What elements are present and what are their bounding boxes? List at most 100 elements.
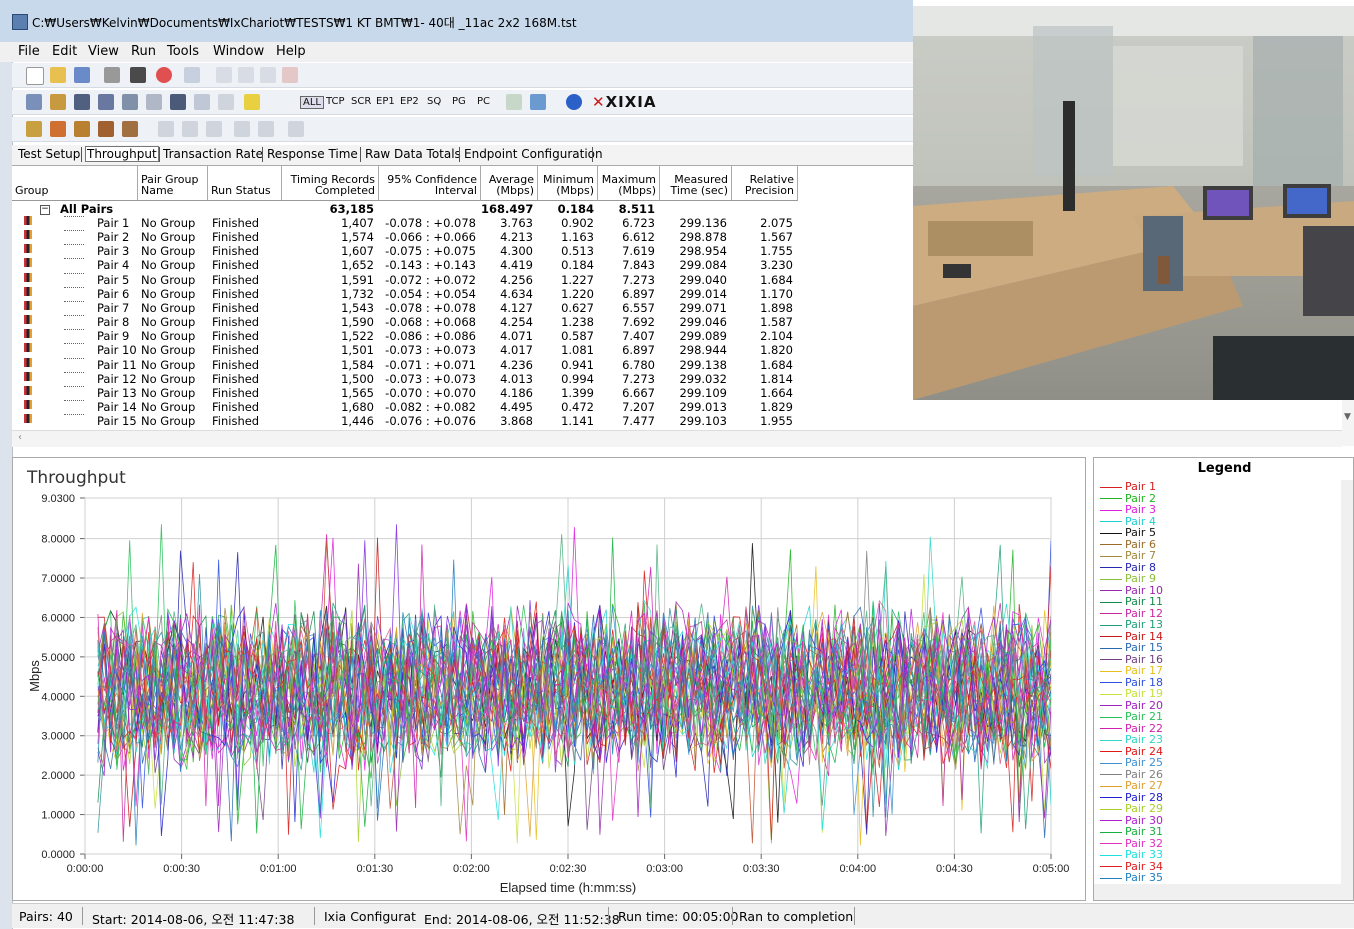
x-tick-label: 0:01:30 [356,863,393,875]
table-vertical-scrollbar[interactable]: ▼ [1342,400,1354,446]
column-header-relative-precision[interactable]: Relative Precision [732,166,798,201]
x-tick-label: 0:01:00 [260,863,297,875]
endpoint-group-icon[interactable] [98,121,114,137]
edit-pair-icon[interactable] [74,94,90,110]
pair-group-name: No Group [141,300,196,315]
set-options-icon[interactable] [170,94,186,110]
delete-icon[interactable] [282,67,298,83]
legend-horizontal-scrollbar[interactable] [1094,884,1353,900]
column-header-pair-group-name[interactable]: Pair Group Name [138,166,208,201]
refresh-icon[interactable] [184,67,200,83]
add-multicast-icon[interactable] [50,94,66,110]
open-folder-icon[interactable] [50,67,66,83]
column-header-measured-time[interactable]: Measured Time (sec) [660,166,732,201]
pair-icon [24,258,32,268]
export-icon[interactable] [506,94,522,110]
replicate-icon[interactable] [122,94,138,110]
run-status: Finished [212,286,260,301]
tab-throughput[interactable]: Throughput [85,146,159,162]
menu-view[interactable]: View [88,44,119,59]
zoom-in-icon[interactable] [158,121,174,137]
monitor-icon[interactable] [530,94,546,110]
menu-tools[interactable]: Tools [167,44,199,59]
endpoint-settings-icon[interactable] [122,121,138,137]
run-icon[interactable] [130,67,146,83]
filter-scr-button[interactable]: SCR [351,96,371,107]
tab-raw-data-totals[interactable]: Raw Data Totals [365,147,461,161]
column-header-minimum[interactable]: Minimum (Mbps) [538,166,598,201]
menu-edit[interactable]: Edit [52,44,77,59]
info-icon[interactable] [566,94,582,110]
confidence-interval: -0.078 : +0.078 [385,300,476,315]
column-header-run-status[interactable]: Run Status [208,166,282,201]
table-row[interactable]: Pair 15 No Group Finished 1,446 -0.076 : +0.… [12,414,1342,428]
minimum-mbps: 1.227 [561,272,594,287]
column-header-average[interactable]: Average (Mbps) [481,166,538,201]
stop-icon[interactable] [156,67,172,83]
pair-group-name: No Group [141,329,196,344]
window-title-bar[interactable]: C:₩Users₩Kelvin₩Documents₩IxChariot₩TEST… [0,0,913,43]
scroll-down-icon[interactable]: ▼ [1344,412,1351,422]
timing-records: 1,680 [341,399,374,414]
y-tick-label: 5.0000 [41,652,75,664]
zoom-out-icon[interactable] [182,121,198,137]
table-row[interactable]: Pair 14 No Group Finished 1,680 -0.082 : +0.… [12,399,1342,414]
legend-swatch [1100,624,1122,626]
legend-vertical-scrollbar[interactable] [1341,480,1353,885]
layout-icon[interactable] [234,121,250,137]
tab-transaction-rate[interactable]: Transaction Rate [163,147,263,161]
column-header-group[interactable]: Group [12,166,138,201]
group-icon[interactable] [258,121,274,137]
relative-precision: 1.170 [760,286,793,301]
report-icon[interactable] [218,94,234,110]
timing-records: 1,407 [341,216,374,230]
edit-script-icon[interactable] [146,94,162,110]
endpoint-add-icon[interactable] [50,121,66,137]
tab-test-setup[interactable]: Test Setup [18,147,80,161]
copy-icon[interactable] [238,67,254,83]
swap-endpoints-icon[interactable] [98,94,114,110]
menu-window[interactable]: Window [213,44,264,59]
menu-run[interactable]: Run [131,44,156,59]
paste-icon[interactable] [260,67,276,83]
column-header-confidence-interval[interactable]: 95% Confidence Interval [379,166,481,201]
confidence-interval: -0.054 : +0.054 [385,286,476,301]
pair-name: Pair 15 [97,414,137,429]
column-header-maximum[interactable]: Maximum (Mbps) [598,166,660,201]
help-bulb-icon[interactable] [244,94,260,110]
filter-all-button[interactable]: ALL [300,96,324,109]
add-pair-icon[interactable] [26,94,42,110]
average-mbps: 4.256 [500,272,533,287]
collapse-icon[interactable]: − [40,205,50,215]
pair-group-name: No Group [141,315,196,330]
filter-pc-button[interactable]: PC [477,96,490,107]
filter-ep1-button[interactable]: EP1 [376,96,395,107]
chart-icon[interactable] [194,94,210,110]
print-icon[interactable] [104,67,120,83]
average-mbps: 3.763 [500,216,533,230]
new-file-icon[interactable] [26,67,44,85]
tab-response-time[interactable]: Response Time [267,147,358,161]
filter-tcp-button[interactable]: TCP [326,96,345,107]
filter-ep2-button[interactable]: EP2 [400,96,419,107]
scroll-left-icon[interactable]: ‹ [18,432,22,443]
endpoint-icon[interactable] [26,121,42,137]
filter-sq-button[interactable]: SQ [427,96,441,107]
column-header-timing-records[interactable]: Timing Records Completed [282,166,379,201]
legend-label: Pair 35 [1125,871,1163,884]
y-tick-label: 8.0000 [41,534,75,546]
table-horizontal-scrollbar[interactable]: ‹ [12,430,1342,447]
filter-pg-button[interactable]: PG [452,96,466,107]
cut-icon[interactable] [216,67,232,83]
menu-help[interactable]: Help [276,44,306,59]
endpoint-remove-icon[interactable] [74,121,90,137]
confidence-interval: -0.076 : +0.076 [385,414,476,429]
header-line-2: Time (sec) [670,184,728,197]
grid-icon[interactable] [288,121,304,137]
menu-file[interactable]: File [18,44,40,59]
zoom-reset-icon[interactable] [206,121,222,137]
y-tick-label: 4.0000 [41,691,75,703]
legend-item[interactable]: Pair 35 [1100,872,1340,884]
tab-endpoint-configuration[interactable]: Endpoint Configuration [464,147,603,161]
save-icon[interactable] [74,67,90,83]
